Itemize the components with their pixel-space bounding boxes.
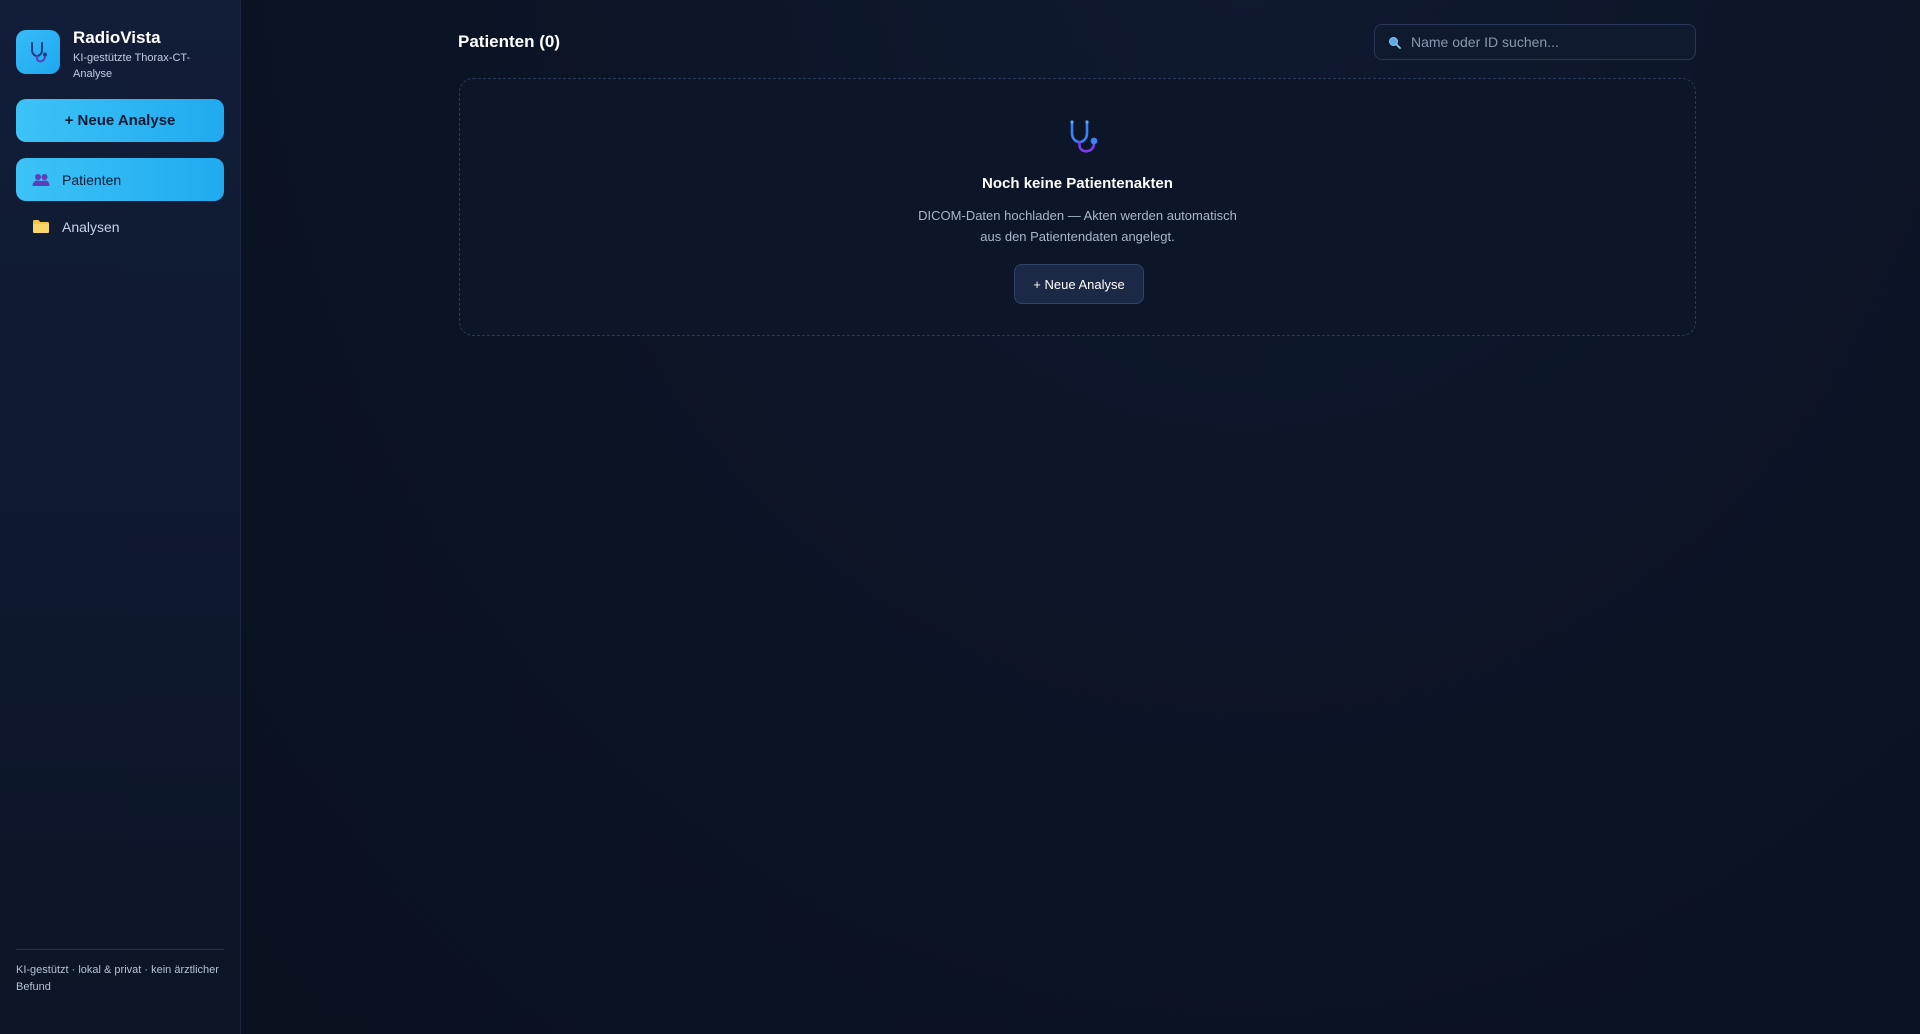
stethoscope-icon [1064,118,1102,156]
sidebar-item-analysen[interactable]: Analysen [16,205,224,248]
search-icon [1387,35,1401,49]
app-subtitle: KI-gestützte Thorax-CT-Analyse [73,52,191,80]
empty-state-card: Noch keine Patientenakten DICOM-Daten ho… [459,78,1696,336]
brand: RadioVista KI-gestützte Thorax-CT-Analys… [16,28,224,82]
app-name: RadioVista [73,28,161,47]
empty-state-description: DICOM-Daten hochladen — Akten werden aut… [460,205,1695,247]
search-input[interactable] [1409,33,1679,51]
main-content: Patienten (0) Noch keine Pati [241,0,1920,1034]
sidebar-item-label: Patienten [62,171,122,188]
page-title: Patienten (0) [458,32,561,51]
new-analysis-button[interactable]: + Neue Analyse [16,99,224,142]
search-box[interactable] [1374,24,1696,60]
sidebar: RadioVista KI-gestützte Thorax-CT-Analys… [0,0,241,1034]
empty-state-new-analysis-button[interactable]: + Neue Analyse [1014,264,1144,304]
users-icon [31,170,50,189]
folder-icon [31,217,50,236]
sidebar-footer: KI-gestützt · lokal & privat · kein ärzt… [16,949,224,996]
empty-state-description-line: aus den Patientendaten angelegt. [980,229,1175,244]
empty-state-description-line: DICOM-Daten hochladen — Akten werden aut… [918,208,1237,223]
sidebar-nav: Patienten Analysen [16,158,224,248]
stethoscope-icon [16,30,60,74]
sidebar-item-patienten[interactable]: Patienten [16,158,224,201]
empty-state-title: Noch keine Patientenakten [982,175,1173,192]
sidebar-item-label: Analysen [62,218,120,235]
app-window: RadioVista KI-gestützte Thorax-CT-Analys… [0,0,1920,1034]
